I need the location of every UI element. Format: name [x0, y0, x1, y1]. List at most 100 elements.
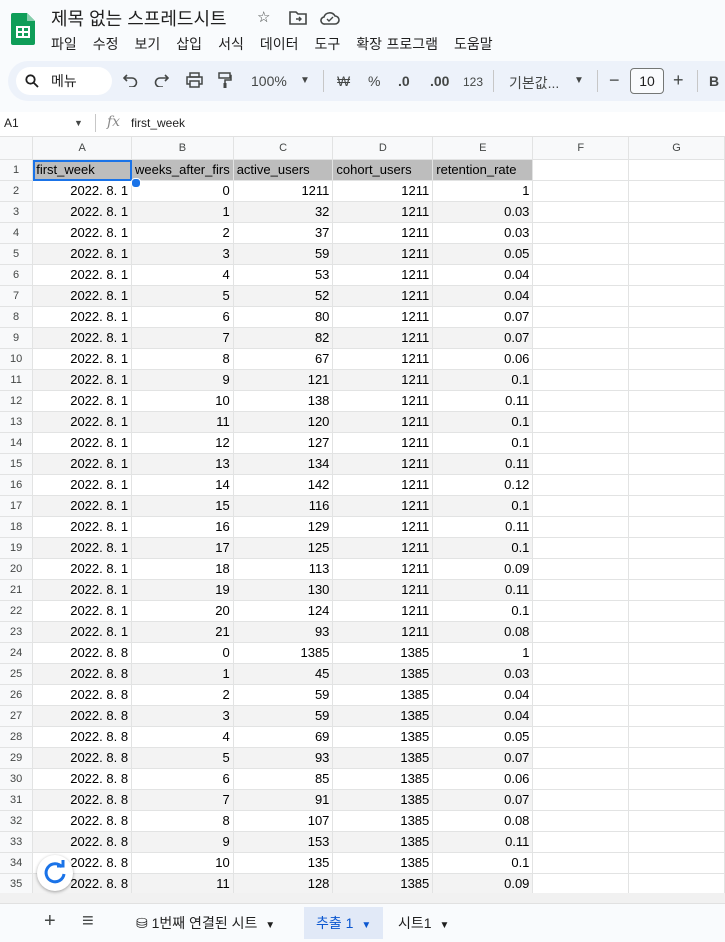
data-cell[interactable]: 2 [131, 222, 234, 244]
menu-tools[interactable]: 도구 [314, 34, 340, 54]
all-sheets-button[interactable]: ≡ [82, 910, 94, 933]
empty-cell[interactable] [532, 642, 630, 664]
row-header[interactable]: 20 [0, 558, 34, 580]
data-cell[interactable]: 2022. 8. 1 [32, 222, 133, 244]
empty-cell[interactable] [628, 201, 725, 223]
data-cell[interactable]: 4 [131, 726, 234, 748]
data-cell[interactable]: 0.11 [432, 579, 534, 601]
font-dropdown-icon[interactable]: ▼ [574, 75, 584, 86]
row-header[interactable]: 28 [0, 726, 34, 748]
data-cell[interactable]: 3 [131, 243, 234, 265]
data-cell[interactable]: 7 [131, 327, 234, 349]
data-cell[interactable]: 1211 [332, 222, 434, 244]
data-cell[interactable]: 2022. 8. 8 [32, 810, 133, 832]
data-cell[interactable]: 80 [233, 306, 334, 328]
empty-cell[interactable] [628, 285, 725, 307]
horizontal-scrollbar[interactable] [0, 893, 725, 903]
menu-view[interactable]: 보기 [135, 34, 161, 54]
data-cell[interactable]: 2022. 8. 8 [32, 642, 133, 664]
data-cell[interactable]: 0.04 [432, 264, 534, 286]
data-cell[interactable]: 1385 [332, 789, 434, 811]
select-all-corner[interactable] [0, 137, 34, 160]
data-cell[interactable]: 7 [131, 789, 234, 811]
menu-search[interactable]: 메뉴 [16, 67, 112, 95]
empty-cell[interactable] [532, 663, 630, 685]
decrease-font-size-button[interactable]: − [609, 70, 620, 91]
zoom-select[interactable]: 100% [251, 73, 287, 89]
print-icon[interactable] [186, 72, 203, 88]
data-cell[interactable]: 2022. 8. 1 [32, 432, 133, 454]
column-header[interactable]: B [131, 137, 234, 160]
data-cell[interactable]: 4 [131, 264, 234, 286]
undo-icon[interactable] [123, 74, 138, 87]
row-header[interactable]: 19 [0, 537, 34, 559]
empty-cell[interactable] [628, 831, 725, 853]
empty-cell[interactable] [532, 621, 630, 643]
data-cell[interactable]: 2022. 8. 1 [32, 474, 133, 496]
empty-cell[interactable] [532, 243, 630, 265]
empty-cell[interactable] [628, 327, 725, 349]
data-cell[interactable]: 91 [233, 789, 334, 811]
data-cell[interactable]: 2022. 8. 1 [32, 180, 133, 202]
name-box-dropdown-icon[interactable]: ▼ [74, 118, 83, 128]
empty-cell[interactable] [532, 537, 630, 559]
data-cell[interactable]: 0.12 [432, 474, 534, 496]
empty-cell[interactable] [532, 831, 630, 853]
data-cell[interactable]: 11 [131, 873, 234, 893]
menu-format[interactable]: 서식 [218, 34, 244, 54]
data-cell[interactable]: 2022. 8. 1 [32, 285, 133, 307]
data-cell[interactable]: 9 [131, 831, 234, 853]
data-cell[interactable]: 0.08 [432, 810, 534, 832]
row-header[interactable]: 15 [0, 453, 34, 475]
decrease-decimal-button[interactable]: .0 [398, 73, 410, 89]
data-cell[interactable]: 1211 [332, 390, 434, 412]
data-cell[interactable]: 124 [233, 600, 334, 622]
data-cell[interactable]: 0.09 [432, 873, 534, 893]
empty-cell[interactable] [628, 789, 725, 811]
data-cell[interactable]: 1211 [332, 285, 434, 307]
data-cell[interactable]: 142 [233, 474, 334, 496]
bold-button[interactable]: B [709, 73, 719, 89]
data-cell[interactable]: 0.07 [432, 789, 534, 811]
empty-cell[interactable] [628, 537, 725, 559]
column-header[interactable]: G [628, 137, 725, 160]
percent-format-button[interactable]: % [368, 73, 380, 89]
sheet-tab-extract[interactable]: 추출 1 ▼ [304, 907, 384, 939]
data-cell[interactable]: 113 [233, 558, 334, 580]
row-header[interactable]: 17 [0, 495, 34, 517]
row-header[interactable]: 26 [0, 684, 34, 706]
data-cell[interactable]: 1211 [332, 243, 434, 265]
data-cell[interactable]: 121 [233, 369, 334, 391]
data-cell[interactable]: 2022. 8. 8 [32, 726, 133, 748]
data-cell[interactable]: 18 [131, 558, 234, 580]
data-cell[interactable]: 8 [131, 348, 234, 370]
data-cell[interactable]: 21 [131, 621, 234, 643]
move-folder-icon[interactable] [289, 11, 307, 25]
data-cell[interactable]: 1211 [332, 516, 434, 538]
data-cell[interactable]: 1385 [332, 684, 434, 706]
data-cell[interactable]: 0.11 [432, 831, 534, 853]
empty-cell[interactable] [532, 873, 630, 893]
data-cell[interactable]: 1211 [332, 264, 434, 286]
row-header[interactable]: 14 [0, 432, 34, 454]
row-header[interactable]: 9 [0, 327, 34, 349]
data-cell[interactable]: 59 [233, 684, 334, 706]
empty-cell[interactable] [532, 432, 630, 454]
data-cell[interactable]: 1211 [332, 537, 434, 559]
data-cell[interactable]: 0.1 [432, 432, 534, 454]
data-cell[interactable]: 14 [131, 474, 234, 496]
data-cell[interactable]: 1385 [332, 663, 434, 685]
empty-cell[interactable] [628, 264, 725, 286]
empty-cell[interactable] [532, 768, 630, 790]
font-size-input[interactable]: 10 [630, 68, 664, 94]
data-cell[interactable]: 2022. 8. 1 [32, 243, 133, 265]
empty-cell[interactable] [532, 411, 630, 433]
empty-cell[interactable] [628, 600, 725, 622]
empty-cell[interactable] [532, 222, 630, 244]
data-cell[interactable]: 5 [131, 747, 234, 769]
document-title[interactable]: 제목 없는 스프레드시트 [51, 5, 227, 31]
data-cell[interactable]: 93 [233, 621, 334, 643]
data-cell[interactable]: 2022. 8. 1 [32, 621, 133, 643]
row-header[interactable]: 16 [0, 474, 34, 496]
empty-cell[interactable] [532, 348, 630, 370]
